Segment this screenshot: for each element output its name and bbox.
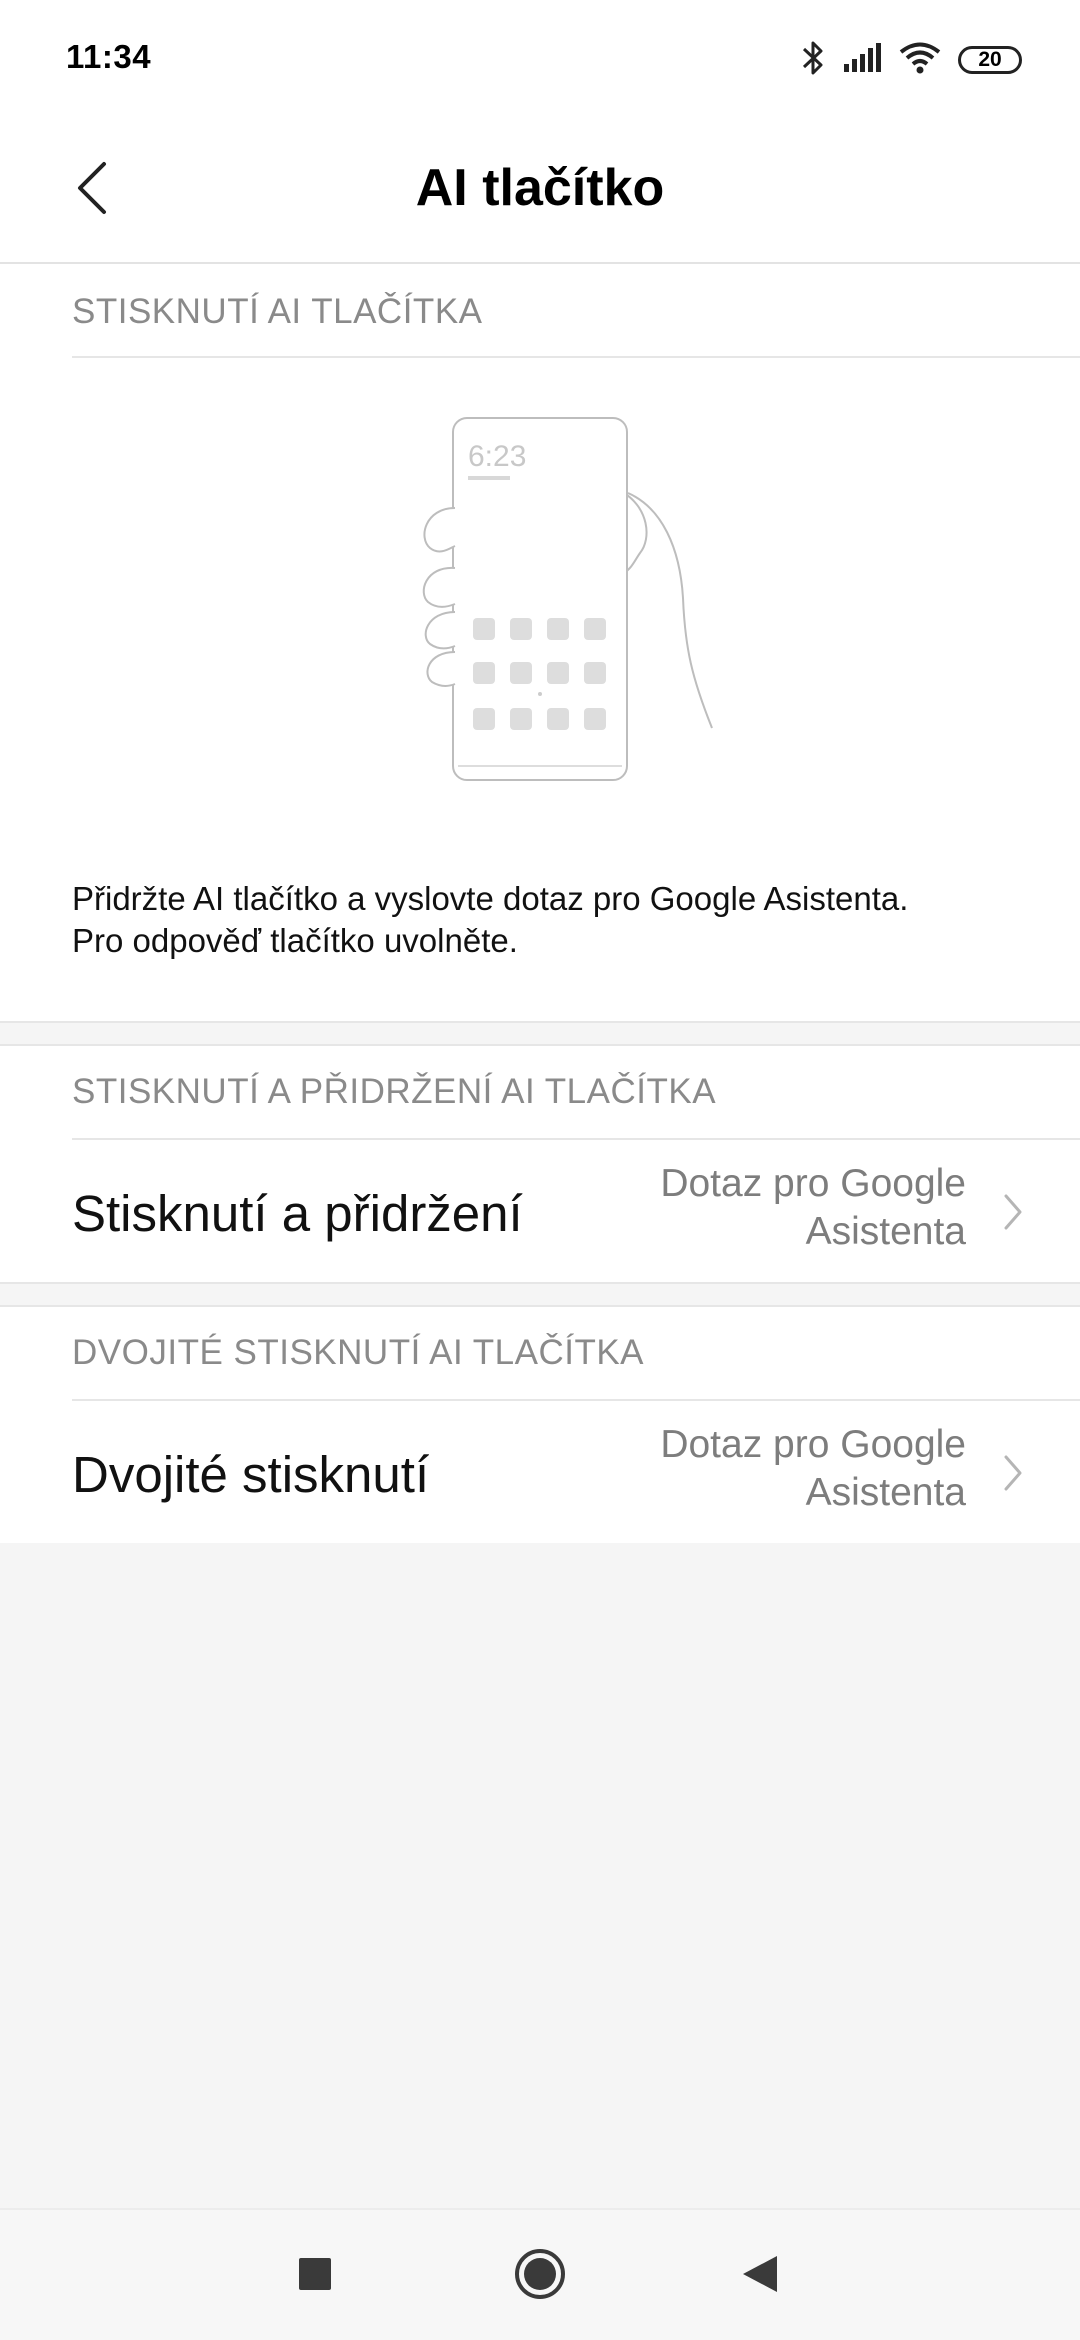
description-line-1: Přidržte AI tlačítko a vyslovte dotaz pr… (72, 880, 909, 917)
setting-value-line-1: Dotaz pro Google (660, 1162, 966, 1205)
status-time: 11:34 (66, 38, 152, 75)
setting-value-double-press: Dotaz pro Google Asistenta (546, 1421, 966, 1517)
home-icon (513, 2247, 567, 2306)
setting-value-line-2: Asistenta (805, 1471, 966, 1514)
navigation-bar (0, 2208, 1080, 2340)
status-icons: 20 (800, 38, 1022, 82)
app-header: AI tlačítko (0, 118, 1080, 264)
home-button[interactable] (510, 2246, 570, 2306)
setting-row-double-press[interactable]: Dvojité stisknutí Dotaz pro Google Asist… (0, 1401, 1080, 1543)
section-header-press: STISKNUTÍ AI TLAČÍTKA (0, 264, 1080, 356)
section-header-hold: STISKNUTÍ A PŘIDRŽENÍ AI TLAČÍTKA (0, 1046, 1080, 1138)
page-title: AI tlačítko (415, 159, 665, 217)
section-header-press-label: STISKNUTÍ AI TLAČÍTKA (72, 292, 483, 331)
signal-icon (842, 42, 882, 79)
section-header-hold-label: STISKNUTÍ A PŘIDRŽENÍ AI TLAČÍTKA (72, 1072, 717, 1111)
setting-label-press-hold: Stisknutí a přidržení (72, 1185, 523, 1242)
chevron-right-icon (998, 1190, 1028, 1234)
description-text: Přidržte AI tlačítko a vyslovte dotaz pr… (72, 878, 1032, 962)
screen: 11:34 20 AI tlačítko STISKNUTÍ AI TLAČÍT… (0, 0, 1080, 2340)
section-gap (0, 1284, 1080, 1305)
chevron-right-icon (998, 1451, 1028, 1495)
battery-level: 20 (978, 48, 1002, 71)
wifi-icon (898, 41, 942, 80)
back-icon (741, 2254, 779, 2299)
setting-row-press-hold[interactable]: Stisknutí a přidržení Dotaz pro Google A… (0, 1140, 1080, 1282)
status-bar: 11:34 20 (0, 0, 1080, 118)
nav-back-button[interactable] (730, 2246, 790, 2306)
section-header-double-label: DVOJITÉ STISKNUTÍ AI TLAČÍTKA (72, 1333, 645, 1372)
section-gap (0, 1023, 1080, 1044)
setting-label-double-press: Dvojité stisknutí (72, 1446, 430, 1503)
recents-icon (298, 2257, 332, 2296)
battery-icon: 20 (958, 46, 1022, 74)
section-header-double: DVOJITÉ STISKNUTÍ AI TLAČÍTKA (0, 1307, 1080, 1399)
setting-value-line-2: Asistenta (805, 1210, 966, 1253)
illustration-clock: 6:23 (468, 440, 526, 473)
divider (72, 356, 1080, 358)
bluetooth-icon (800, 38, 826, 83)
setting-value-press-hold: Dotaz pro Google Asistenta (546, 1160, 966, 1256)
phone-hand-illustration: 6:23 (400, 398, 730, 798)
recents-button[interactable] (285, 2246, 345, 2306)
description-line-2: Pro odpověď tlačítko uvolněte. (72, 922, 518, 959)
setting-value-line-1: Dotaz pro Google (660, 1423, 966, 1466)
